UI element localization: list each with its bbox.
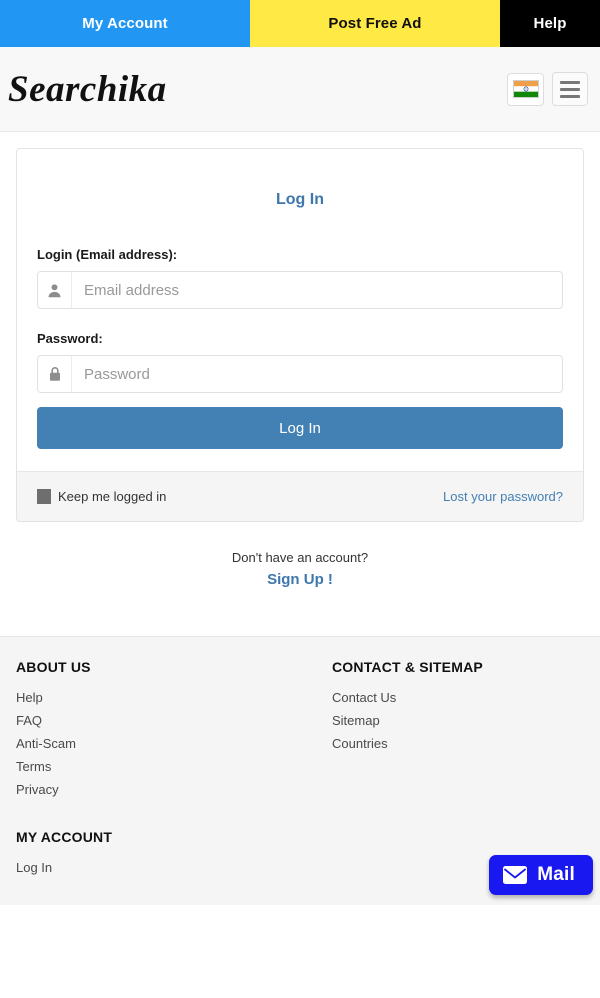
header-button-group — [507, 72, 588, 106]
mail-widget-label: Mail — [537, 864, 575, 885]
lock-icon — [38, 356, 72, 392]
footer-link-faq[interactable]: FAQ — [16, 713, 316, 728]
footer-link-terms[interactable]: Terms — [16, 759, 316, 774]
email-field-label: Login (Email address): — [37, 247, 178, 262]
login-submit-button[interactable]: Log In — [37, 407, 563, 449]
footer-link-log-in[interactable]: Log In — [16, 860, 316, 875]
site-logo[interactable]: Searchika — [8, 71, 167, 108]
nav-item-my-account-label: My Account — [82, 15, 168, 32]
footer-heading-contact-sitemap: CONTACT & SITEMAP — [332, 659, 483, 675]
lost-password-link[interactable]: Lost your password? — [443, 489, 563, 504]
user-icon — [38, 272, 72, 308]
keep-me-logged-in-label: Keep me logged in — [58, 489, 167, 504]
signup-link[interactable]: Sign Up ! — [0, 571, 600, 588]
login-card-title: Log In — [276, 191, 324, 208]
password-input-group[interactable] — [37, 355, 563, 393]
password-input[interactable] — [72, 356, 562, 392]
login-card-footer: Keep me logged in Lost your password? — [17, 471, 583, 521]
footer-link-sitemap[interactable]: Sitemap — [332, 713, 600, 728]
email-input[interactable] — [72, 272, 562, 308]
footer-column-about: ABOUT US Help FAQ Anti-Scam Terms Privac… — [0, 659, 316, 883]
envelope-icon — [503, 866, 528, 884]
footer-link-privacy[interactable]: Privacy — [16, 782, 316, 797]
footer-link-anti-scam[interactable]: Anti-Scam — [16, 736, 316, 751]
main-content: Log In Login (Email address): Password: — [0, 132, 600, 636]
language-flag-button[interactable] — [507, 72, 544, 106]
signup-question: Don't have an account? — [231, 550, 369, 565]
footer-link-countries[interactable]: Countries — [332, 736, 600, 751]
nav-item-my-account[interactable]: My Account — [0, 0, 250, 47]
nav-item-post-free-ad-label: Post Free Ad — [328, 15, 422, 32]
email-input-group[interactable] — [37, 271, 563, 309]
hamburger-menu-icon — [560, 80, 580, 84]
mail-widget-button[interactable]: Mail — [489, 855, 593, 895]
site-header: Searchika — [0, 47, 600, 132]
hamburger-menu-icon — [560, 87, 580, 91]
login-card-body: Log In Login (Email address): Password: — [17, 149, 583, 471]
india-flag-icon — [512, 80, 539, 98]
footer-link-help[interactable]: Help — [16, 690, 316, 705]
password-field-label: Password: — [37, 331, 103, 346]
nav-item-help[interactable]: Help — [500, 0, 600, 47]
hamburger-menu-icon — [560, 94, 580, 98]
footer-heading-my-account: MY ACCOUNT — [16, 829, 113, 845]
checkbox-icon[interactable] — [37, 489, 51, 504]
nav-item-help-label: Help — [533, 15, 567, 32]
footer-column-contact: CONTACT & SITEMAP Contact Us Sitemap Cou… — [316, 659, 600, 883]
footer-link-contact-us[interactable]: Contact Us — [332, 690, 600, 705]
top-navigation-bar: My Account Post Free Ad Help — [0, 0, 600, 47]
footer-heading-about-us: ABOUT US — [16, 659, 91, 675]
keep-me-logged-in-checkbox[interactable]: Keep me logged in — [37, 489, 166, 504]
signup-prompt: Don't have an account? Sign Up ! — [0, 522, 600, 636]
nav-item-post-free-ad[interactable]: Post Free Ad — [250, 0, 500, 47]
hamburger-menu-button[interactable] — [552, 72, 588, 106]
login-card: Log In Login (Email address): Password: — [16, 148, 584, 522]
